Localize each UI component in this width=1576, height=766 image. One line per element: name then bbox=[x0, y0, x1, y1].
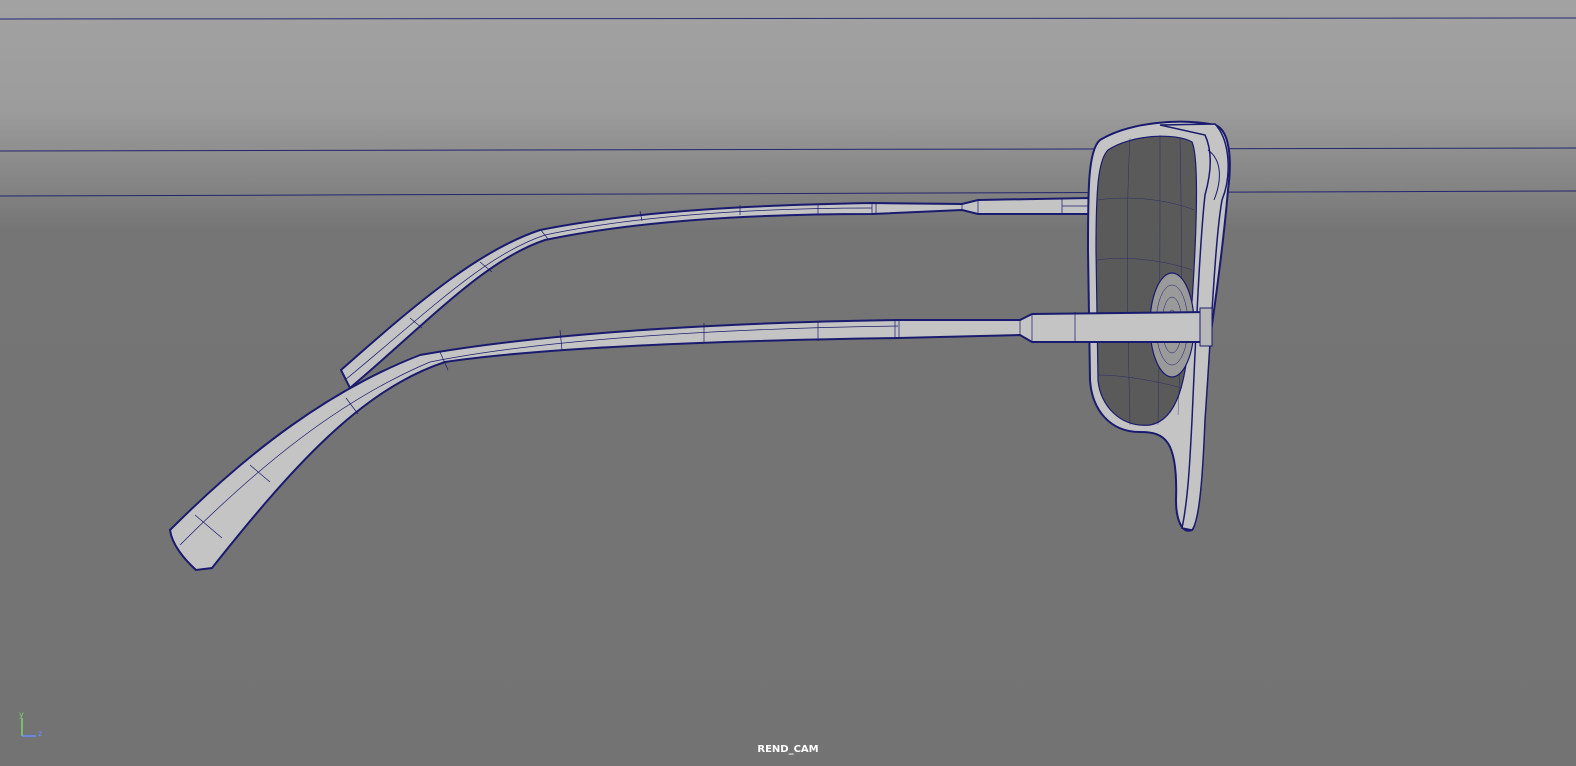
grid-lines bbox=[0, 17, 1576, 197]
scene-canvas[interactable] bbox=[0, 0, 1576, 766]
axis-gizmo: y z bbox=[14, 710, 48, 742]
axis-z-label: z bbox=[38, 729, 43, 738]
hinge bbox=[1199, 307, 1213, 347]
axis-y-label: y bbox=[19, 710, 24, 719]
temple-arm-near[interactable] bbox=[168, 310, 1211, 572]
maya-viewport[interactable]: y z REND_CAM bbox=[0, 0, 1576, 766]
camera-name-label: REND_CAM bbox=[757, 744, 819, 755]
